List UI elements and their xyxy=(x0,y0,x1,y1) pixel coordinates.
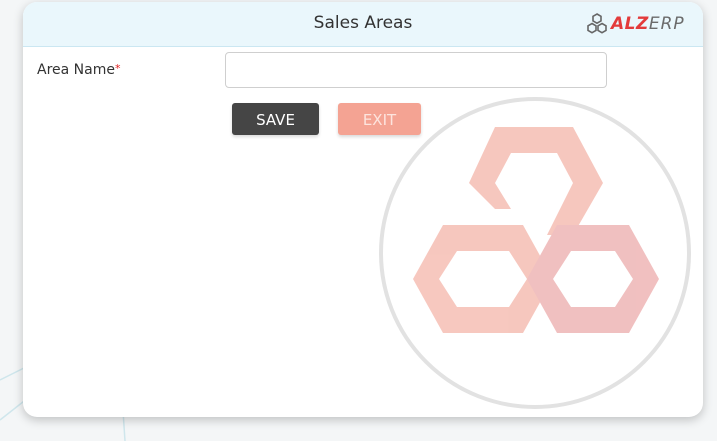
exit-button[interactable]: EXIT xyxy=(338,103,421,135)
dialog-header: Sales Areas ALZERP xyxy=(23,2,703,47)
hexagon-triad-icon xyxy=(587,13,607,34)
required-marker: * xyxy=(114,62,121,75)
brand-logo: ALZERP xyxy=(586,11,685,37)
brand-name: ALZERP xyxy=(611,14,685,34)
alzerp-hexagon-watermark-icon xyxy=(379,97,691,409)
sales-areas-dialog: Sales Areas ALZERP Area Name* SAVE EXIT xyxy=(23,2,703,417)
area-name-label: Area Name* xyxy=(37,62,121,78)
area-name-input[interactable] xyxy=(225,52,607,88)
save-button[interactable]: SAVE xyxy=(232,103,319,135)
